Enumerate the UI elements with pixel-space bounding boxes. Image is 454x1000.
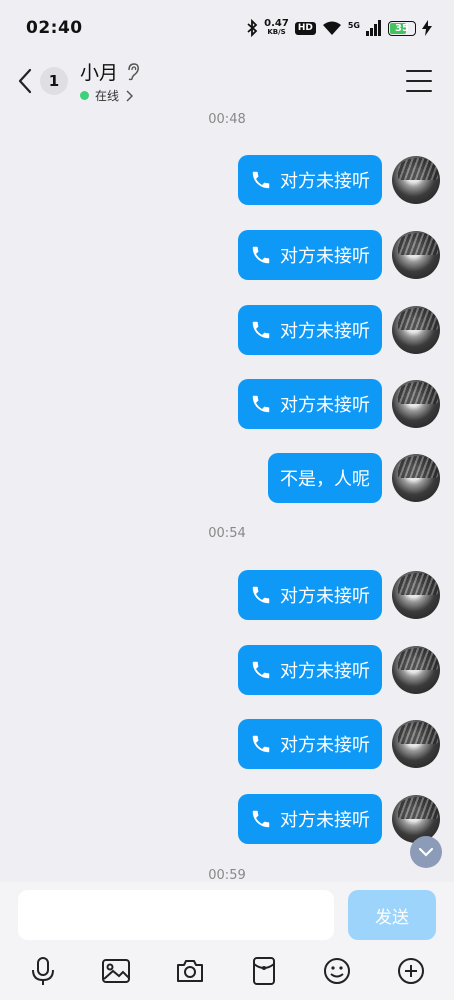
message-row: 对方未接听 <box>238 719 440 769</box>
status-bar: 02:40 0.47 KB/S HD 5G 35 <box>0 0 454 56</box>
plus-circle-icon <box>398 958 425 984</box>
message-row: 不是，人呢 <box>268 453 440 503</box>
wifi-icon <box>322 21 341 35</box>
missed-call-bubble[interactable]: 对方未接听 <box>238 379 382 429</box>
missed-call-bubble[interactable]: 对方未接听 <box>238 570 382 620</box>
phone-icon <box>252 321 270 339</box>
chevron-down-icon <box>418 847 434 857</box>
menu-icon <box>406 70 432 72</box>
avatar[interactable] <box>392 380 440 428</box>
hd-icon: HD <box>294 21 316 35</box>
bluetooth-icon <box>247 19 258 37</box>
message-row: 对方未接听 <box>238 230 440 280</box>
avatar[interactable] <box>392 306 440 354</box>
message-text: 对方未接听 <box>280 586 370 607</box>
online-status[interactable]: 在线 <box>80 87 140 104</box>
network-speed: 0.47 KB/S <box>264 18 289 37</box>
more-button[interactable] <box>391 951 431 991</box>
battery-icon: 35 <box>388 20 416 36</box>
chevron-left-icon <box>18 68 32 94</box>
message-row: 对方未接听 <box>238 379 440 429</box>
message-row: 对方未接听 <box>238 794 440 844</box>
avatar[interactable] <box>392 156 440 204</box>
microphone-icon <box>31 957 54 985</box>
signal-icon <box>366 20 381 36</box>
missed-call-bubble[interactable]: 对方未接听 <box>238 305 382 355</box>
voice-button[interactable] <box>23 951 63 991</box>
missed-call-bubble[interactable]: 对方未接听 <box>238 645 382 695</box>
input-toolbar <box>0 942 454 1000</box>
avatar[interactable] <box>392 571 440 619</box>
message-input[interactable] <box>18 890 334 940</box>
message-text: 对方未接听 <box>280 735 370 756</box>
back-button[interactable] <box>14 66 36 96</box>
camera-icon <box>177 960 204 982</box>
input-bar: 发送 <box>0 882 454 942</box>
message-text: 对方未接听 <box>280 395 370 416</box>
avatar[interactable] <box>392 454 440 502</box>
missed-call-bubble[interactable]: 对方未接听 <box>238 155 382 205</box>
message-text: 不是，人呢 <box>280 469 370 490</box>
send-button[interactable]: 发送 <box>348 890 436 940</box>
online-dot <box>80 91 89 100</box>
timestamp: 00:59 <box>208 868 246 883</box>
contact-info[interactable]: 小月 在线 <box>80 58 140 104</box>
phone-icon <box>252 586 270 604</box>
missed-call-bubble[interactable]: 对方未接听 <box>238 230 382 280</box>
avatar[interactable] <box>392 720 440 768</box>
timestamp: 00:54 <box>208 526 246 541</box>
phone-icon <box>252 810 270 828</box>
image-icon <box>102 959 131 983</box>
phone-icon <box>252 246 270 264</box>
menu-button[interactable] <box>406 70 432 92</box>
message-row: 对方未接听 <box>238 645 440 695</box>
gallery-button[interactable] <box>96 951 136 991</box>
unread-count-badge[interactable]: 1 <box>40 67 68 95</box>
scroll-to-bottom-button[interactable] <box>410 836 442 868</box>
smiley-icon <box>324 958 351 984</box>
phone-icon <box>252 395 270 413</box>
red-packet-icon <box>252 957 275 985</box>
red-packet-button[interactable] <box>244 951 284 991</box>
message-text: 对方未接听 <box>280 321 370 342</box>
ear-icon <box>128 62 139 80</box>
phone-icon <box>252 171 270 189</box>
missed-call-bubble[interactable]: 对方未接听 <box>238 794 382 844</box>
chevron-right-icon <box>126 89 134 102</box>
missed-call-bubble[interactable]: 对方未接听 <box>238 719 382 769</box>
timestamp: 00:48 <box>208 112 246 127</box>
message-row: 对方未接听 <box>238 305 440 355</box>
status-icons: 0.47 KB/S HD 5G 35 <box>246 19 432 37</box>
contact-name: 小月 <box>80 62 119 84</box>
network-type: 5G <box>347 21 360 30</box>
camera-button[interactable] <box>170 951 210 991</box>
text-message-bubble[interactable]: 不是，人呢 <box>268 453 382 503</box>
avatar[interactable] <box>392 231 440 279</box>
avatar[interactable] <box>392 795 440 843</box>
clock: 02:40 <box>26 18 83 38</box>
message-row: 对方未接听 <box>238 570 440 620</box>
emoji-button[interactable] <box>317 951 357 991</box>
message-row: 对方未接听 <box>238 155 440 205</box>
message-text: 对方未接听 <box>280 246 370 267</box>
message-text: 对方未接听 <box>280 171 370 192</box>
online-status-label: 在线 <box>95 89 120 103</box>
message-text: 对方未接听 <box>280 810 370 831</box>
avatar[interactable] <box>392 646 440 694</box>
message-text: 对方未接听 <box>280 661 370 682</box>
phone-icon <box>252 661 270 679</box>
phone-icon <box>252 735 270 753</box>
chat-header: 1 小月 在线 <box>0 56 454 106</box>
charging-icon <box>422 20 432 36</box>
